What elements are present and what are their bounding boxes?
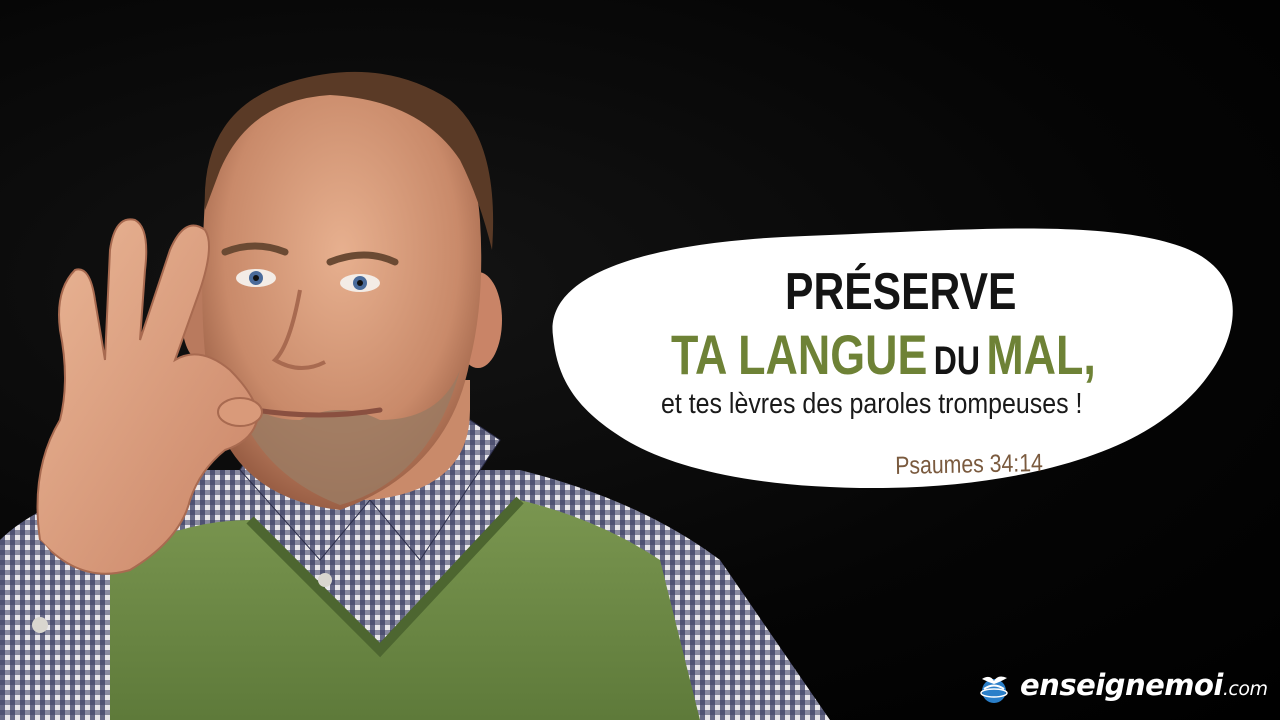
brand-wordmark: enseignemoi.com [1020,668,1268,702]
verse-phrase-1: TA LANGUE [671,323,928,386]
speech-bubble: PRÉSERVE TA LANGUE DU MAL, et tes lèvres d… [545,218,1240,490]
verse-phrase-2: MAL, [986,323,1096,386]
verse-word-du: DU [933,339,980,383]
verse-reference: Psaumes 34:14 [895,448,1044,480]
advert-canvas: PRÉSERVE TA LANGUE DU MAL, et tes lèvres d… [0,0,1280,720]
verse-highlight: TA LANGUE DU MAL, [671,322,1096,387]
verse-subtitle: et tes lèvres des paroles trompeuses ! [661,388,1083,420]
brand-domain: .com [1222,678,1268,700]
globe-bird-icon [980,676,1008,703]
verse-title: PRÉSERVE [785,263,1017,321]
brand-name: enseignemoi [1020,668,1223,702]
brand-logo[interactable]: enseignemoi.com [974,668,1268,708]
